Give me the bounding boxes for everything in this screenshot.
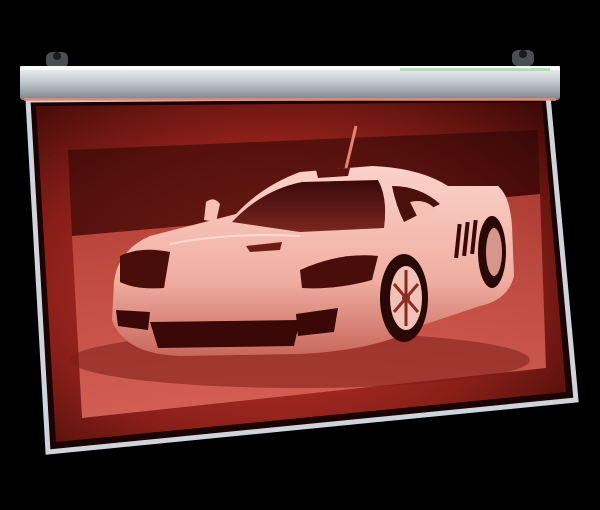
hanging-hook-left	[46, 52, 68, 68]
hanging-hook-right	[512, 50, 534, 66]
top-led-rail	[20, 66, 560, 101]
headlight-left	[120, 249, 170, 289]
front-wheel	[380, 254, 428, 342]
led-sign-illustration	[20, 50, 579, 455]
product-photo	[0, 0, 600, 510]
engraved-car-image	[68, 125, 546, 418]
